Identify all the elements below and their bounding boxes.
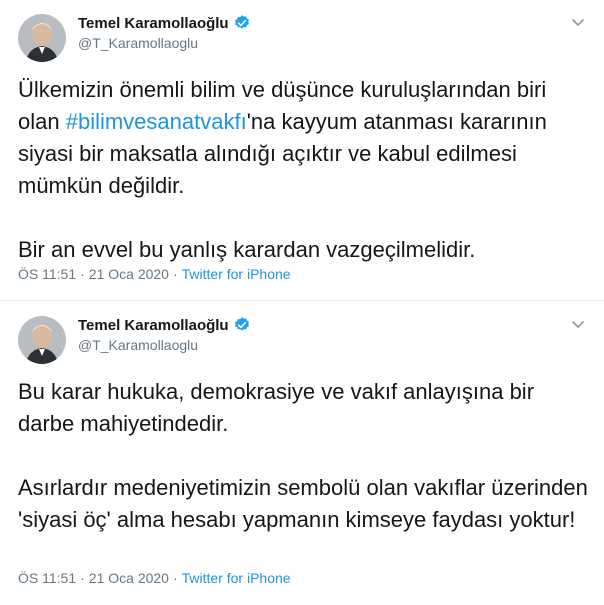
tweet: Temel Karamollaoğlu @T_Karamollaoglu Ülk… <box>0 0 604 300</box>
tweet-text: Ülkemizin önemli bilim ve düşünce kurulu… <box>18 74 588 266</box>
verified-badge-icon <box>234 317 249 331</box>
meta-separator: · <box>172 570 178 586</box>
tweet-date[interactable]: 21 Oca 2020 <box>89 570 169 586</box>
tweet-time[interactable]: ÖS 11:51 <box>18 570 76 586</box>
tweet-meta: ÖS 11:51 · 21 Oca 2020 · Twitter for iPh… <box>18 570 291 586</box>
author-handle[interactable]: @T_Karamollaoglu <box>78 35 198 51</box>
meta-separator: · <box>80 266 85 282</box>
tweet-date[interactable]: 21 Oca 2020 <box>89 266 169 282</box>
tweet-text: Bu karar hukuka, demokrasiye ve vakıf an… <box>18 379 588 532</box>
chevron-down-icon[interactable] <box>570 14 586 30</box>
author-handle[interactable]: @T_Karamollaoglu <box>78 337 198 353</box>
tweet-source-link[interactable]: Twitter for iPhone <box>182 266 291 282</box>
tweet-source-link[interactable]: Twitter for iPhone <box>182 570 291 586</box>
tweet-meta: ÖS 11:51 · 21 Oca 2020 · Twitter for iPh… <box>18 266 291 282</box>
hashtag-link[interactable]: #bilimvesanatvakfı <box>66 109 247 134</box>
chevron-down-icon[interactable] <box>570 316 586 332</box>
author-name[interactable]: Temel Karamollaoğlu <box>78 15 229 32</box>
avatar[interactable] <box>18 14 66 62</box>
tweet-time[interactable]: ÖS 11:51 <box>18 266 76 282</box>
meta-separator: · <box>80 570 85 586</box>
meta-separator: · <box>172 266 178 282</box>
avatar[interactable] <box>18 316 66 364</box>
tweet: Temel Karamollaoğlu @T_Karamollaoglu Bu … <box>0 302 604 605</box>
tweet-divider <box>0 300 604 301</box>
verified-badge-icon <box>234 15 249 29</box>
author-name[interactable]: Temel Karamollaoğlu <box>78 317 229 334</box>
